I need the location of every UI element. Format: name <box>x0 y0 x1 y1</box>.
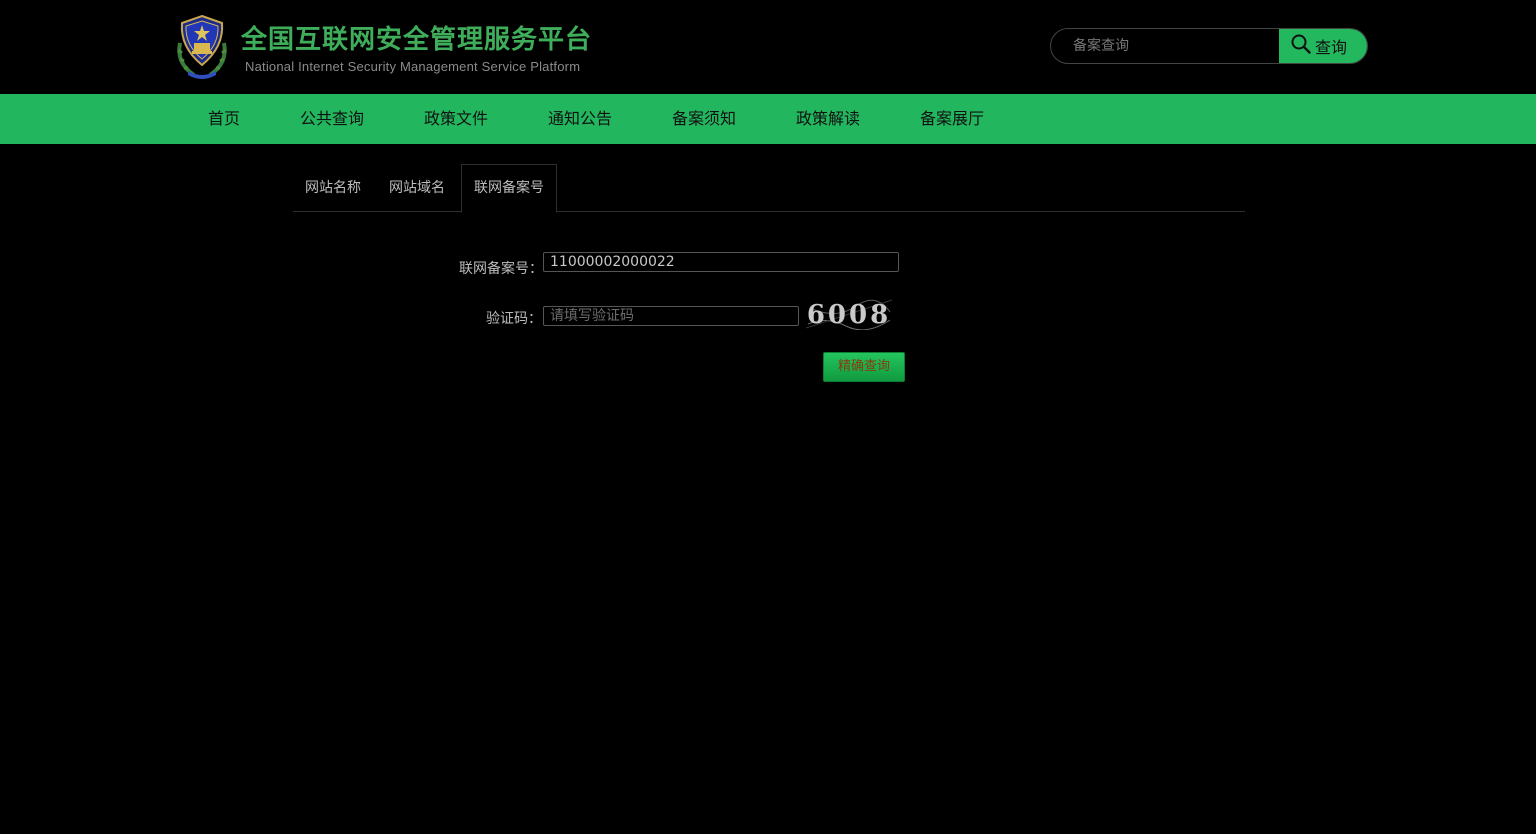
nav-item-filing-guide[interactable]: 备案须知 <box>672 94 736 144</box>
captcha-input[interactable] <box>543 306 799 326</box>
nav-item-filing-hall[interactable]: 备案展厅 <box>920 94 984 144</box>
query-tabs: 网站名称 网站域名 联网备案号 <box>293 164 1245 213</box>
site-title: 全国互联网安全管理服务平台 <box>241 25 593 55</box>
tab-record-number[interactable]: 联网备案号 <box>461 164 557 213</box>
nav-item-public-query[interactable]: 公共查询 <box>300 94 364 144</box>
search-box: 查询 <box>1050 28 1368 64</box>
tab-site-name[interactable]: 网站名称 <box>305 164 361 212</box>
search-button[interactable]: 查询 <box>1279 29 1367 63</box>
tab-site-domain[interactable]: 网站域名 <box>389 164 445 212</box>
exact-query-button[interactable]: 精确查询 <box>823 352 905 382</box>
captcha-label: 验证码： <box>486 311 542 327</box>
main-nav: 首页 公共查询 政策文件 通知公告 备案须知 政策解读 备案展厅 <box>0 94 1536 144</box>
search-input[interactable] <box>1051 29 1279 63</box>
captcha-text: 6008 <box>807 300 891 330</box>
nav-item-notices[interactable]: 通知公告 <box>548 94 612 144</box>
nav-item-home[interactable]: 首页 <box>208 94 240 144</box>
police-emblem-icon[interactable] <box>172 13 232 79</box>
site-header: 全国互联网安全管理服务平台 National Internet Security… <box>0 0 1536 94</box>
search-button-label: 查询 <box>1315 38 1348 57</box>
record-number-input[interactable] <box>543 252 899 272</box>
site-subtitle: National Internet Security Management Se… <box>245 59 581 74</box>
nav-item-policy-interpretation[interactable]: 政策解读 <box>796 94 860 144</box>
search-icon <box>1290 33 1312 59</box>
record-number-label: 联网备案号： <box>459 261 543 277</box>
captcha-image[interactable]: 6008 <box>805 298 893 331</box>
nav-item-policy-files[interactable]: 政策文件 <box>424 94 488 144</box>
